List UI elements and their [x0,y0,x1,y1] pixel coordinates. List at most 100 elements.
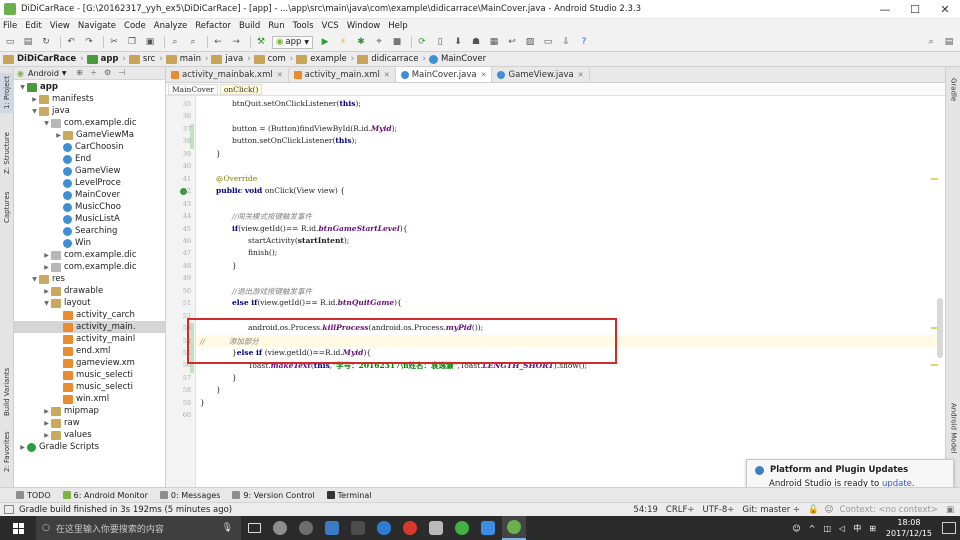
close-tab-icon[interactable]: ✕ [578,71,584,79]
tab-project[interactable]: 1: Project [0,73,14,113]
menu-build[interactable]: Build [239,21,260,31]
chevron-right-icon[interactable]: ▶ [42,420,51,427]
tab-terminal[interactable]: Terminal [326,491,371,500]
sync-icon[interactable]: ↻ [39,36,53,48]
breadcrumb-item[interactable]: java › [211,54,251,64]
menu-edit[interactable]: Edit [25,21,41,31]
menu-help[interactable]: Help [388,21,407,31]
project-structure-icon[interactable]: ▨ [523,36,537,48]
menu-analyze[interactable]: Analyze [154,21,188,31]
tree-item[interactable]: ▼ layout [14,297,165,309]
sync-gradle-icon[interactable]: ⟳ [415,36,429,48]
chevron-down-icon[interactable]: ▼ [62,70,67,77]
tree-item[interactable]: ▶ com.example.dic [14,261,165,273]
forward-icon[interactable]: → [229,36,243,48]
tree-item[interactable]: activity_carch [14,309,165,321]
breadcrumb-item[interactable]: MainCover [428,54,486,64]
open-icon[interactable]: ▭ [3,36,17,48]
tab-todo[interactable]: TODO [16,491,51,500]
android-monitor-icon[interactable]: ☗ [469,36,483,48]
tab-structure[interactable]: Z: Structure [0,127,14,179]
tree-item[interactable]: ▶ GameViewMa [14,129,165,141]
close-tab-icon[interactable]: ✕ [277,71,283,79]
editor-tab[interactable]: MainCover.java ✕ [395,67,493,82]
copy-icon[interactable]: ❐ [125,36,139,48]
input-method-icon[interactable]: ⊞ [869,524,876,533]
memory-icon[interactable]: ▣ [946,505,954,515]
menu-refactor[interactable]: Refactor [195,21,231,31]
wechat-icon[interactable] [450,516,474,540]
breadcrumb-item[interactable]: didicarrace › [357,54,426,64]
code-breadcrumb-class[interactable]: MainCover [168,83,218,95]
breadcrumb-item[interactable]: com › [253,54,293,64]
attach-debugger-icon[interactable]: ⌖ [372,36,386,48]
tree-item[interactable]: MainCover [14,189,165,201]
breadcrumb-item[interactable]: app › [86,54,126,64]
taskbar-app-2-icon[interactable] [294,516,318,540]
tree-item[interactable]: win.xml [14,393,165,405]
tree-item[interactable]: ▶ raw [14,417,165,429]
menu-file[interactable]: File [3,21,17,31]
warning-marker[interactable] [931,364,938,367]
replace-icon[interactable]: ⌕ [186,36,200,48]
tab-android-monitor[interactable]: 6: Android Monitor [62,491,148,500]
taskbar-app-6-icon[interactable] [398,516,422,540]
tab-captures[interactable]: Captures [0,189,14,225]
stop-icon[interactable]: ■ [390,36,404,48]
undo-icon[interactable]: ↶ [64,36,78,48]
people-icon[interactable]: ☺ [792,524,800,533]
tree-item[interactable]: ▶ Gradle Scripts [14,441,165,453]
menu-run[interactable]: Run [268,21,284,31]
inspector-icon[interactable]: ☺ [825,505,834,515]
paste-icon[interactable]: ▣ [143,36,157,48]
tree-item[interactable]: LevelProce [14,177,165,189]
tree-item[interactable]: music_selecti [14,381,165,393]
apply-changes-icon[interactable]: ⚡ [336,36,350,48]
collapse-icon[interactable]: ÷ [89,68,99,78]
tab-favorites[interactable]: 2: Favorites [0,429,14,475]
tab-gradle[interactable]: Gradle [947,75,960,105]
cut-icon[interactable]: ✂ [107,36,121,48]
terminal-icon[interactable]: ▭ [541,36,555,48]
back-icon[interactable]: ← [211,36,225,48]
tree-item[interactable]: ▼ res [14,273,165,285]
gear-icon[interactable]: ⚙ [103,68,113,78]
tree-item[interactable]: ▶ drawable [14,285,165,297]
chevron-right-icon[interactable]: ▶ [42,264,51,271]
close-tab-icon[interactable]: ✕ [384,71,390,79]
chevron-up-icon[interactable]: ^ [809,524,816,533]
chevron-down-icon[interactable]: ▼ [42,120,51,127]
device-icon[interactable]: ⇩ [559,36,573,48]
sync-icon[interactable]: ⊕ [75,68,85,78]
editor-tab[interactable]: activity_mainbak.xml ✕ [166,68,289,82]
code-breadcrumb-method[interactable]: onClick() [219,83,263,95]
android-studio-taskbar-icon[interactable] [502,516,526,540]
ime-indicator[interactable]: 中 [853,523,861,534]
menu-navigate[interactable]: Navigate [78,21,116,31]
tree-item[interactable]: ▼ app [14,81,165,93]
chevron-down-icon[interactable]: ▼ [30,276,39,283]
menu-window[interactable]: Window [347,21,381,31]
tree-item[interactable]: ▼ com.example.dic [14,117,165,129]
taskbar-app-5-icon[interactable] [372,516,396,540]
windows-start-icon[interactable] [0,516,36,540]
tab-messages[interactable]: 0: Messages [159,491,220,500]
tree-item[interactable]: MusicChoo [14,201,165,213]
chevron-down-icon[interactable]: ▼ [30,108,39,115]
sdk-manager-icon[interactable]: ⬇ [451,36,465,48]
editor-scrollbar[interactable] [937,298,943,358]
find-icon[interactable]: ⌕ [168,36,182,48]
revert-icon[interactable]: ↩ [505,36,519,48]
breadcrumb-item[interactable]: src › [128,54,163,64]
tree-item[interactable]: activity_main. [14,321,165,333]
make-project-icon[interactable]: ⚒ [254,36,268,48]
help-icon[interactable]: ? [577,36,591,48]
hide-icon[interactable]: ⊣ [117,68,127,78]
tree-item[interactable]: activity_mainl [14,333,165,345]
chevron-right-icon[interactable]: ▶ [18,444,27,451]
search-everywhere-icon[interactable]: ⌕ [924,36,938,48]
tab-android-model[interactable]: Android Model [947,397,960,459]
line-separator[interactable]: CRLF÷ [666,505,695,515]
save-all-icon[interactable]: ▤ [21,36,35,48]
layout-inspector-icon[interactable]: ▦ [487,36,501,48]
